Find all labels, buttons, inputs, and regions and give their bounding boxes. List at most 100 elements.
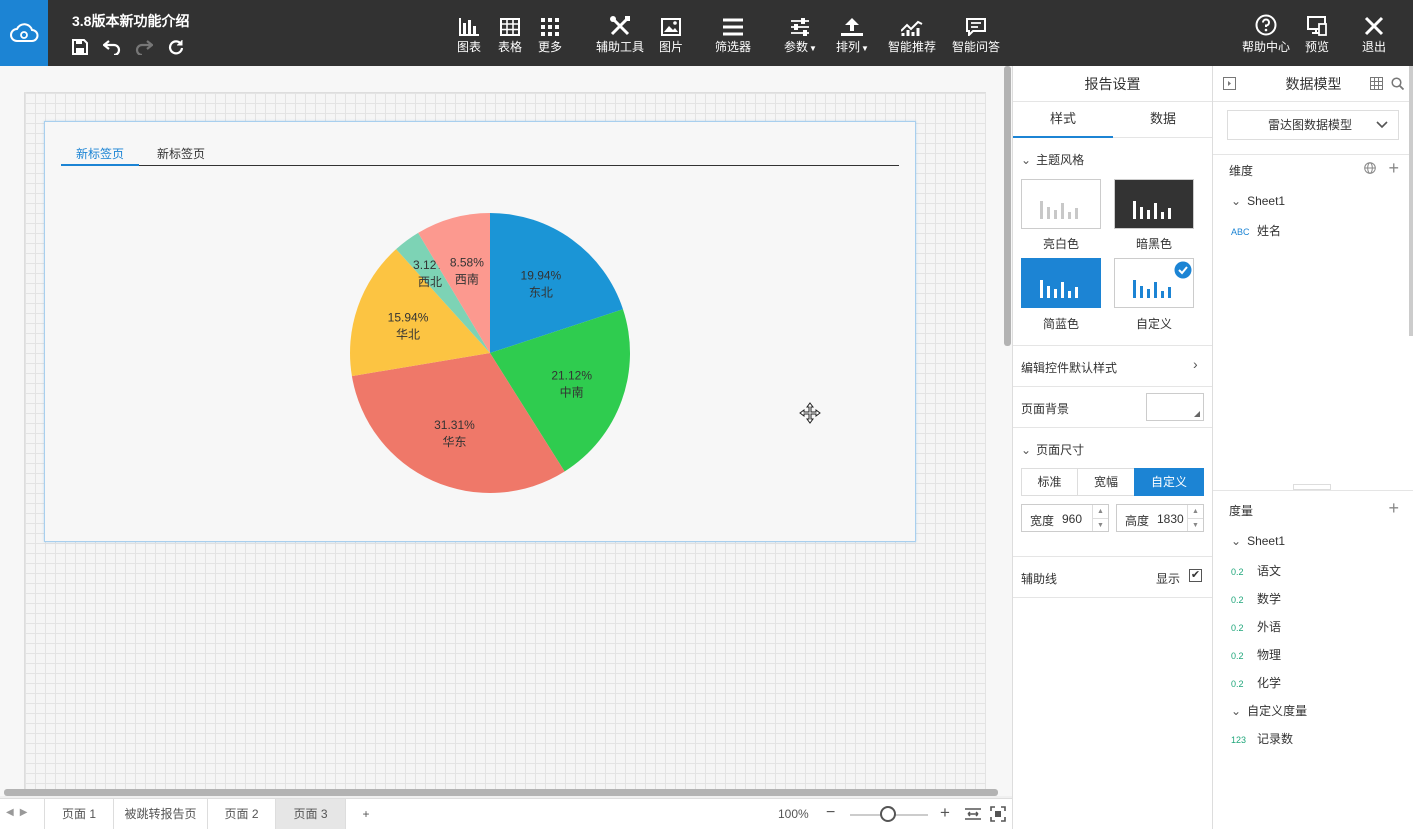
measure-field[interactable]: 0.2 物理 xyxy=(1231,646,1281,663)
more-button[interactable]: 更多 xyxy=(538,14,562,55)
width-up-icon[interactable]: ▲ xyxy=(1092,505,1108,518)
table-icon xyxy=(500,14,520,36)
save-icon[interactable] xyxy=(70,37,90,57)
tab-data[interactable]: 数据 xyxy=(1113,102,1213,138)
width-value[interactable]: 960 xyxy=(1062,512,1082,526)
image-icon xyxy=(661,14,681,36)
aux-tools-button[interactable]: 辅助工具 xyxy=(596,14,644,55)
measure-field[interactable]: 0.2 语文 xyxy=(1231,562,1281,579)
add-measure-button[interactable]: + xyxy=(1388,499,1399,517)
measure-field[interactable]: 0.2 外语 xyxy=(1231,618,1281,635)
measure-field[interactable]: 0.2 化学 xyxy=(1231,674,1281,691)
page-background-swatch[interactable] xyxy=(1146,393,1204,421)
dimension-group[interactable]: ⌄ Sheet1 xyxy=(1231,194,1285,208)
page-tab-jump[interactable]: 被跳转报告页 xyxy=(114,799,208,829)
chevron-right-icon[interactable]: › xyxy=(1193,356,1198,372)
search-icon[interactable] xyxy=(1391,77,1405,93)
refresh-icon[interactable] xyxy=(166,37,186,57)
height-up-icon[interactable]: ▲ xyxy=(1187,505,1203,518)
cloud-logo-icon[interactable] xyxy=(0,0,48,66)
number-type-icon: 0.2 xyxy=(1231,679,1244,689)
canvas-vertical-scrollbar[interactable] xyxy=(1004,66,1011,346)
page-tab-2[interactable]: 页面 2 xyxy=(208,799,276,829)
theme-light[interactable] xyxy=(1021,179,1101,229)
canvas-horizontal-scrollbar[interactable] xyxy=(4,789,998,796)
filter-button[interactable]: 筛选器 xyxy=(715,14,751,55)
redo-icon[interactable] xyxy=(134,37,154,57)
page-tab-1[interactable]: 页面 1 xyxy=(44,799,114,829)
pie-category-label: 华东 xyxy=(442,435,466,449)
top-toolbar: 3.8版本新功能介绍 图表 表格 更多 辅助工具 图片 筛选器 参数▼ 排列▼ … xyxy=(0,0,1413,66)
zoom-slider-handle[interactable] xyxy=(880,806,896,822)
swatch-corner-icon xyxy=(1194,411,1200,417)
arrange-button[interactable]: 排列▼ xyxy=(836,14,869,55)
tab-style[interactable]: 样式 xyxy=(1013,102,1113,138)
smart-qa-button[interactable]: 智能问答 xyxy=(952,14,1000,55)
undo-icon[interactable] xyxy=(102,37,122,57)
theme-blue[interactable] xyxy=(1021,258,1101,308)
divider xyxy=(1013,427,1213,428)
page-size-header[interactable]: ⌄ 页面尺寸 xyxy=(1021,441,1084,458)
grid-dots-icon xyxy=(540,14,560,36)
size-standard-button[interactable]: 标准 xyxy=(1021,468,1078,496)
pie-chart[interactable]: 19.94%东北21.12%中南31.31%华东15.94%华北3.12%西北8… xyxy=(45,122,915,541)
custom-measure-group[interactable]: ⌄ 自定义度量 xyxy=(1231,702,1307,719)
add-page-button[interactable]: + xyxy=(346,799,386,829)
size-wide-button[interactable]: 宽幅 xyxy=(1077,468,1135,496)
add-dimension-button[interactable]: + xyxy=(1388,159,1399,177)
page-bar: ◀▶ 页面 1 被跳转报告页 页面 2 页面 3 + 100% − + xyxy=(0,798,1012,829)
guides-show-checkbox[interactable]: ✔ xyxy=(1189,569,1202,582)
fit-width-icon[interactable] xyxy=(965,806,981,822)
zoom-out-button[interactable]: − xyxy=(826,804,835,822)
theme-dark[interactable] xyxy=(1114,179,1194,229)
theme-section-header[interactable]: ⌄ 主题风格 xyxy=(1021,151,1084,168)
tab-container-widget[interactable]: 新标签页 新标签页 19.94% 东北 21.12% 中南 31.31% 华东 15.94%… xyxy=(44,121,916,542)
image-button[interactable]: 图片 xyxy=(659,14,683,55)
page-background-label: 页面背景 xyxy=(1021,402,1070,416)
measure-group[interactable]: ⌄ Sheet1 xyxy=(1231,534,1285,548)
theme-custom[interactable] xyxy=(1114,258,1194,308)
page-nav-arrows-icon[interactable]: ◀▶ xyxy=(6,807,33,818)
smart-recommend-button[interactable]: 智能推荐 xyxy=(888,14,936,55)
chevron-down-icon: ⌄ xyxy=(1021,443,1032,457)
width-down-icon[interactable]: ▼ xyxy=(1092,518,1108,531)
divider xyxy=(1013,345,1213,346)
collapse-panel-icon[interactable] xyxy=(1223,77,1236,93)
number-type-icon: 0.2 xyxy=(1231,567,1244,577)
table-button[interactable]: 表格 xyxy=(498,14,522,55)
height-down-icon[interactable]: ▼ xyxy=(1187,518,1203,531)
chevron-down-icon xyxy=(1376,111,1388,139)
divider xyxy=(1013,386,1213,387)
edit-default-style-link[interactable]: 编辑控件默认样式 xyxy=(1021,359,1117,376)
model-panel-scrollbar[interactable] xyxy=(1409,66,1413,336)
size-custom-button[interactable]: 自定义 xyxy=(1134,468,1204,496)
preview-button[interactable]: 预览 xyxy=(1305,14,1329,55)
measure-field[interactable]: 0.2 数学 xyxy=(1231,590,1281,607)
zoom-in-button[interactable]: + xyxy=(940,803,950,823)
pie-category-label: 中南 xyxy=(560,384,584,399)
fit-page-icon[interactable] xyxy=(990,806,1006,822)
globe-icon[interactable] xyxy=(1364,162,1376,177)
document-title[interactable]: 3.8版本新功能介绍 xyxy=(72,11,189,31)
help-icon xyxy=(1255,14,1277,36)
exit-button[interactable]: 退出 xyxy=(1362,14,1386,55)
zoom-level: 100% xyxy=(778,807,809,821)
page-tab-3[interactable]: 页面 3 xyxy=(276,799,346,829)
table-view-icon[interactable] xyxy=(1370,77,1383,93)
params-button[interactable]: 参数▼ xyxy=(784,14,817,55)
guides-label: 辅助线 xyxy=(1021,572,1058,586)
chart-button[interactable]: 图表 xyxy=(457,14,481,55)
pie-category-label: 东北 xyxy=(529,286,553,300)
divider xyxy=(1013,556,1213,557)
height-stepper[interactable]: 高度 1830 ▲ ▼ xyxy=(1116,504,1204,532)
quick-actions xyxy=(70,37,186,57)
dimension-field[interactable]: ABC 姓名 xyxy=(1231,222,1281,239)
width-stepper[interactable]: 宽度 960 ▲ ▼ xyxy=(1021,504,1109,532)
theme-light-bars-icon xyxy=(1040,201,1078,219)
custom-measure-field[interactable]: 123 记录数 xyxy=(1231,730,1293,747)
height-value[interactable]: 1830 xyxy=(1157,512,1184,526)
help-center-button[interactable]: 帮助中心 xyxy=(1242,14,1290,55)
theme-blue-label: 简蓝色 xyxy=(1042,317,1079,331)
data-model-select[interactable]: 雷达图数据模型 xyxy=(1227,110,1399,140)
chevron-down-icon: ⌄ xyxy=(1231,534,1242,548)
